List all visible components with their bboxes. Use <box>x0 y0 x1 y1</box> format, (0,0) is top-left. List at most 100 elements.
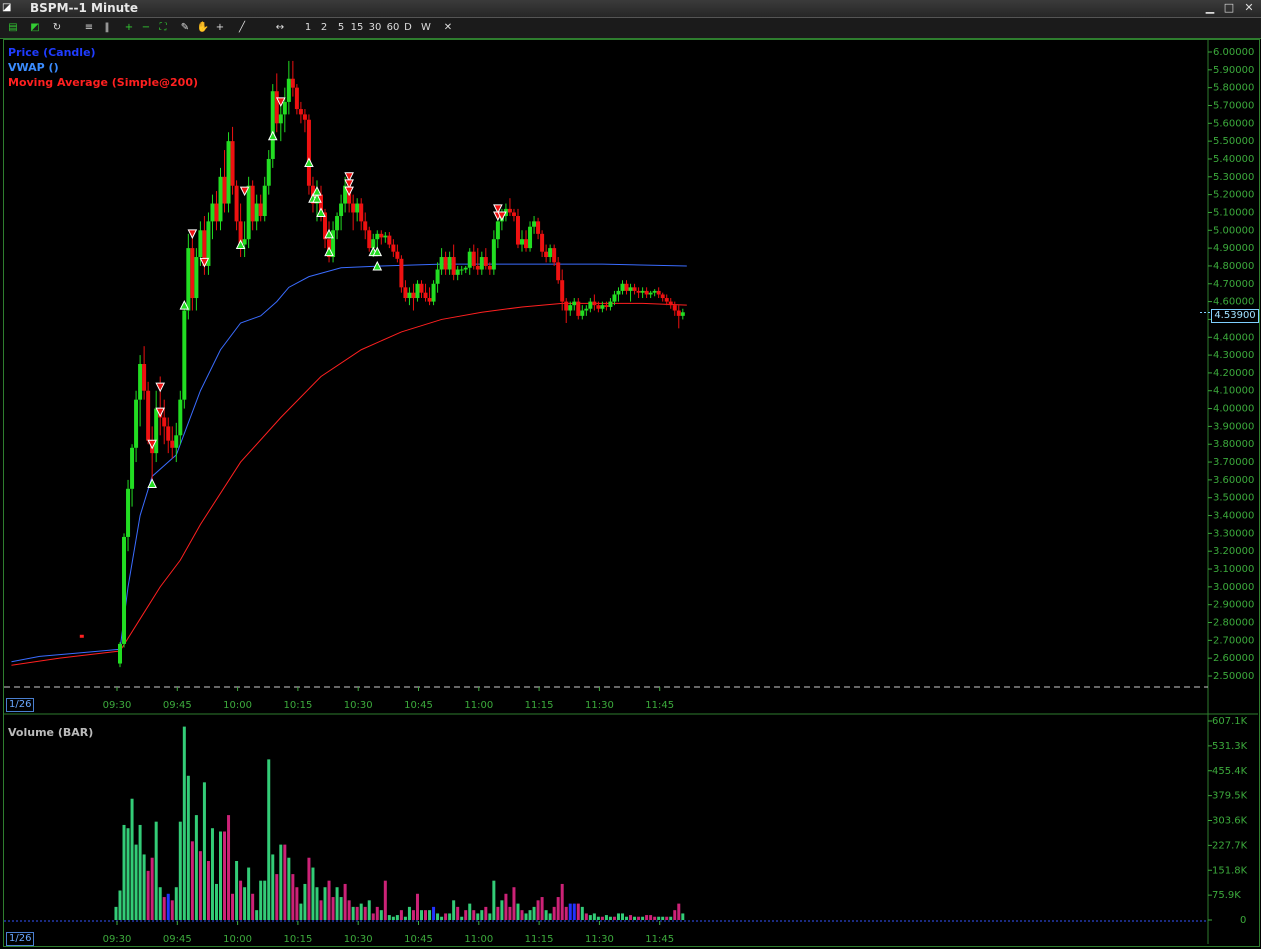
candle <box>351 203 356 213</box>
volume-bar <box>633 916 637 920</box>
volume-bar <box>295 887 299 920</box>
volume-bar <box>496 906 500 920</box>
candle <box>572 301 577 306</box>
price-y-tick-label: 4.90000 <box>1213 243 1254 254</box>
price-y-tick-label: 5.30000 <box>1213 172 1254 183</box>
candle <box>415 283 420 299</box>
candle <box>668 301 673 306</box>
volume-bar <box>536 900 540 920</box>
volume-y-tick-label: 303.6K <box>1212 816 1248 827</box>
volume-bar <box>206 860 210 920</box>
candle <box>600 305 605 309</box>
volume-bar <box>681 913 685 920</box>
candle <box>419 283 424 293</box>
candle <box>640 290 645 293</box>
candle <box>479 257 484 270</box>
volume-bar <box>391 916 395 920</box>
volume-bar <box>186 775 190 920</box>
candle <box>447 257 452 270</box>
candle <box>624 283 629 291</box>
volume-bar <box>608 916 612 920</box>
candle <box>680 312 685 316</box>
signal-down-icon <box>187 229 198 239</box>
price-y-tick-label: 5.10000 <box>1213 207 1254 218</box>
price-y-tick-label: 4.30000 <box>1213 350 1254 361</box>
volume-bar <box>327 880 331 920</box>
volume-bar <box>275 874 279 920</box>
chart-canvas[interactable]: 2.50000 2.60000 2.70000 2.80000 2.90000 3.000… <box>0 0 1261 949</box>
volume-x-tick-label: 09:45 <box>163 934 192 945</box>
volume-bar <box>283 844 287 920</box>
volume-bar <box>621 913 624 920</box>
volume-bar <box>492 880 496 920</box>
candle <box>483 257 488 266</box>
candle <box>596 305 601 309</box>
candle <box>608 301 613 307</box>
volume-bar <box>576 903 580 920</box>
volume-bar <box>480 910 484 920</box>
volume-bar <box>363 906 367 920</box>
volume-bar <box>383 880 387 920</box>
volume-bar <box>448 913 452 920</box>
signal-up-icon <box>304 157 314 168</box>
volume-bar <box>138 824 142 920</box>
volume-bar <box>464 910 468 920</box>
legend-vwap[interactable]: VWAP () <box>8 60 59 75</box>
candle <box>431 283 436 302</box>
candle <box>560 280 565 302</box>
volume-y-tick-label: 379.5K <box>1212 791 1248 802</box>
candle <box>242 239 247 245</box>
volume-bar <box>596 916 600 920</box>
candle <box>294 87 299 110</box>
candle <box>588 301 593 309</box>
volume-bar <box>331 897 335 920</box>
volume-bar <box>239 880 243 920</box>
price-y-tick-label: 4.70000 <box>1213 279 1254 290</box>
pre-market-marker <box>79 634 84 638</box>
volume-bar <box>335 887 339 920</box>
volume-bar <box>572 903 576 920</box>
legend-price[interactable]: Price (Candle) <box>8 45 96 60</box>
volume-bar <box>424 910 428 920</box>
volume-bar <box>154 821 158 920</box>
volume-bar <box>456 906 460 920</box>
volume-bar <box>415 893 419 920</box>
candle <box>584 308 589 311</box>
price-x-tick-label: 10:45 <box>404 700 433 711</box>
volume-bar <box>243 887 247 920</box>
legend-moving-average[interactable]: Moving Average (Simple@200) <box>8 75 198 90</box>
candle <box>515 216 520 245</box>
price-y-tick-label: 4.40000 <box>1213 332 1254 343</box>
volume-bar <box>291 874 295 920</box>
moving-average-line <box>11 302 687 666</box>
candle <box>387 235 392 245</box>
volume-bar <box>202 782 206 920</box>
price-y-tick-label: 5.50000 <box>1213 136 1254 147</box>
price-y-tick-label: 5.80000 <box>1213 83 1254 94</box>
candle <box>576 301 581 316</box>
volume-bar <box>588 915 592 920</box>
volume-bar <box>512 887 516 920</box>
price-y-tick-label: 4.20000 <box>1213 368 1254 379</box>
candle <box>672 305 677 311</box>
volume-bar <box>387 915 391 920</box>
candle <box>286 78 291 102</box>
volume-bar <box>411 910 415 920</box>
candle <box>463 267 468 270</box>
volume-bar <box>432 906 436 920</box>
volume-y-tick-label: 227.7K <box>1212 840 1248 851</box>
candle <box>363 221 368 231</box>
price-y-tick-label: 3.00000 <box>1213 582 1254 593</box>
price-y-tick-label: 3.30000 <box>1213 528 1254 539</box>
volume-y-tick-label: 75.9K <box>1212 890 1241 901</box>
candle <box>298 109 303 115</box>
candle <box>459 269 464 271</box>
volume-bar <box>665 916 669 920</box>
volume-bar <box>452 900 456 920</box>
candle <box>656 290 661 295</box>
price-x-tick-label: 10:30 <box>344 700 373 711</box>
volume-bar <box>649 915 653 920</box>
price-x-tick-label: 10:00 <box>223 700 252 711</box>
price-y-tick-label: 3.40000 <box>1213 511 1254 522</box>
candle <box>507 208 512 213</box>
